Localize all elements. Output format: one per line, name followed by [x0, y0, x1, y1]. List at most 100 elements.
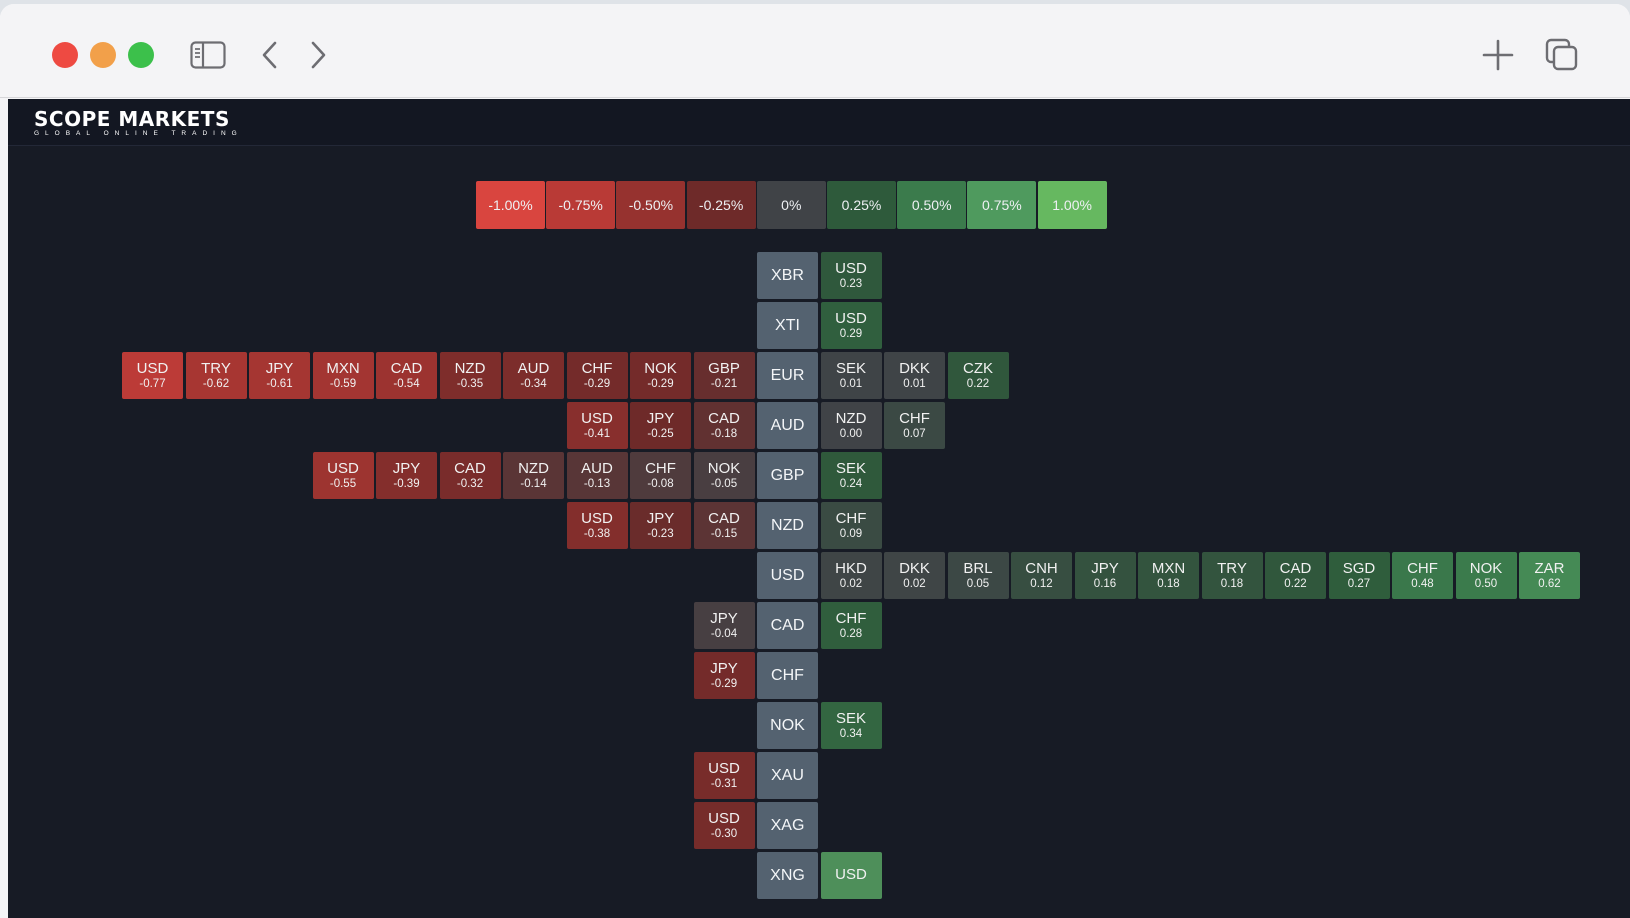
- pair-tile[interactable]: CHF 0.48: [1392, 552, 1453, 599]
- base-currency-tile[interactable]: XTI: [757, 302, 818, 349]
- pair-tile[interactable]: SGD 0.27: [1328, 552, 1390, 599]
- base-currency-tile[interactable]: XBR: [757, 252, 818, 299]
- change-value: 0.22: [1284, 577, 1307, 590]
- quote-currency: USD: [835, 259, 867, 277]
- pair-tile[interactable]: HKD 0.02: [820, 552, 882, 599]
- change-value: -0.25: [647, 427, 674, 440]
- base-currency-tile[interactable]: CHF: [757, 652, 818, 699]
- quote-currency: HKD: [835, 559, 867, 577]
- pair-tile[interactable]: JPY -0.23: [630, 502, 691, 549]
- base-currency-tile[interactable]: AUD: [757, 402, 818, 449]
- pair-tile[interactable]: ZAR 0.62: [1519, 552, 1580, 599]
- pair-tile[interactable]: TRY -0.62: [185, 352, 247, 399]
- pair-tile[interactable]: DKK 0.01: [884, 352, 945, 399]
- pair-tile[interactable]: CAD -0.54: [376, 352, 437, 399]
- pair-tile[interactable]: NZD 0.00: [820, 402, 882, 449]
- quote-currency: CHF: [835, 509, 867, 527]
- quote-currency: CNH: [1025, 559, 1058, 577]
- pair-tile[interactable]: USD -0.55: [312, 452, 374, 499]
- pair-tile[interactable]: USD -0.30: [693, 802, 755, 849]
- tabs-overview-button[interactable]: [1542, 36, 1582, 74]
- quote-currency: NOK: [707, 459, 741, 477]
- pair-tile[interactable]: SEK 0.01: [820, 352, 882, 399]
- quote-currency: NZD: [835, 409, 867, 427]
- pair-tile[interactable]: CAD -0.18: [693, 402, 755, 449]
- pair-tile[interactable]: JPY 0.16: [1074, 552, 1136, 599]
- base-currency-tile[interactable]: EUR: [757, 352, 818, 399]
- forward-button[interactable]: [298, 36, 338, 74]
- zoom-window-button[interactable]: [128, 42, 154, 68]
- new-tab-button[interactable]: [1478, 36, 1518, 74]
- pair-tile[interactable]: CHF -0.29: [566, 352, 628, 399]
- sidebar-toggle-button[interactable]: [188, 36, 228, 74]
- pair-tile[interactable]: JPY -0.39: [376, 452, 437, 499]
- change-value: -0.62: [202, 377, 230, 390]
- legend-cell: 1.00%: [1037, 181, 1107, 229]
- pair-tile[interactable]: SEK 0.24: [820, 452, 882, 499]
- back-button[interactable]: [250, 36, 290, 74]
- pair-tile[interactable]: CZK 0.22: [947, 352, 1009, 399]
- scope-markets-logo[interactable]: SCOPE MARKETS GLOBAL ONLINE TRADING: [34, 109, 243, 138]
- pair-tile[interactable]: USD -0.38: [566, 502, 628, 549]
- quote-currency: SEK: [835, 459, 866, 477]
- pair-tile[interactable]: DKK 0.02: [884, 552, 945, 599]
- base-currency-tile[interactable]: GBP: [757, 452, 818, 499]
- legend-cell: -0.50%: [616, 181, 686, 229]
- pair-tile[interactable]: CAD 0.22: [1265, 552, 1326, 599]
- pair-tile[interactable]: NOK 0.50: [1455, 552, 1517, 599]
- pair-tile[interactable]: USD: [820, 852, 882, 899]
- pair-tile[interactable]: MXN -0.59: [312, 352, 374, 399]
- quote-currency: CHF: [835, 609, 867, 627]
- base-currency-tile[interactable]: NZD: [757, 502, 818, 549]
- pair-tile[interactable]: BRL 0.05: [947, 552, 1009, 599]
- change-value: -0.31: [710, 777, 738, 790]
- close-window-button[interactable]: [52, 42, 78, 68]
- pair-tile[interactable]: NZD -0.35: [439, 352, 501, 399]
- base-currency-tile[interactable]: NOK: [757, 702, 818, 749]
- pair-tile[interactable]: NOK -0.05: [693, 452, 755, 499]
- pair-tile[interactable]: JPY -0.29: [693, 652, 755, 699]
- base-currency-tile[interactable]: XAG: [757, 802, 818, 849]
- pair-tile[interactable]: MXN 0.18: [1138, 552, 1199, 599]
- base-currency-tile[interactable]: XAU: [757, 752, 818, 799]
- brand-header: SCOPE MARKETS GLOBAL ONLINE TRADING: [8, 99, 1630, 146]
- minimize-window-button[interactable]: [90, 42, 116, 68]
- pair-tile[interactable]: USD -0.31: [693, 752, 755, 799]
- pair-tile[interactable]: CHF 0.28: [820, 602, 882, 649]
- pair-tile[interactable]: AUD -0.13: [566, 452, 628, 499]
- change-value: -0.77: [139, 377, 166, 390]
- pair-tile[interactable]: AUD -0.34: [503, 352, 564, 399]
- pair-tile[interactable]: NOK -0.29: [630, 352, 691, 399]
- pair-tile[interactable]: CHF 0.09: [820, 502, 882, 549]
- change-value: 0.09: [839, 527, 863, 540]
- quote-currency: CAD: [390, 359, 423, 377]
- pair-tile[interactable]: GBP -0.21: [693, 352, 755, 399]
- base-currency-tile[interactable]: XNG: [757, 852, 818, 899]
- pair-tile[interactable]: USD -0.77: [122, 352, 183, 399]
- change-value: 0.29: [839, 327, 863, 340]
- base-currency-tile[interactable]: USD: [757, 552, 818, 599]
- pair-tile[interactable]: NZD -0.14: [503, 452, 564, 499]
- pair-tile[interactable]: CNH 0.12: [1011, 552, 1072, 599]
- pair-tile[interactable]: SEK 0.34: [820, 702, 882, 749]
- pair-tile[interactable]: USD -0.41: [566, 402, 628, 449]
- pair-tile[interactable]: USD 0.23: [820, 252, 882, 299]
- pair-tile[interactable]: CHF -0.08: [630, 452, 691, 499]
- pair-tile[interactable]: JPY -0.25: [630, 402, 691, 449]
- pair-tile[interactable]: CAD -0.15: [693, 502, 755, 549]
- pair-tile[interactable]: CAD -0.32: [439, 452, 501, 499]
- pair-tile[interactable]: JPY -0.61: [249, 352, 310, 399]
- pair-tile[interactable]: TRY 0.18: [1201, 552, 1263, 599]
- quote-currency: SGD: [1342, 559, 1376, 577]
- tabs-overview-icon: [1545, 38, 1578, 71]
- pair-tile[interactable]: USD 0.29: [820, 302, 882, 349]
- change-value: -0.38: [583, 527, 611, 540]
- pair-tile[interactable]: CHF 0.07: [884, 402, 945, 449]
- change-value: -0.29: [710, 677, 738, 690]
- base-currency-tile[interactable]: CAD: [757, 602, 818, 649]
- quote-currency: AUD: [517, 359, 550, 377]
- pair-tile[interactable]: JPY -0.04: [693, 602, 755, 649]
- quote-currency: ZAR: [1534, 559, 1565, 577]
- legend-cell: -1.00%: [476, 181, 545, 229]
- quote-currency: AUD: [581, 459, 613, 477]
